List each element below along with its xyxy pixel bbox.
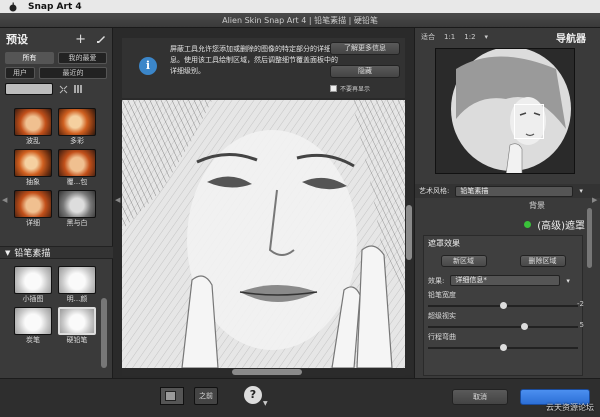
preset-thumb-selected[interactable]: 硬铅笔 xyxy=(58,307,96,345)
preset-thumb[interactable]: 黑与白 xyxy=(58,190,96,228)
navigator-image xyxy=(436,49,574,173)
learn-more-button[interactable]: 了解更多信息 xyxy=(330,42,400,55)
add-icon[interactable]: + xyxy=(75,33,86,46)
preset-thumbnails: 波乱 多彩 抽象 覆...包 详细 黑与白 xyxy=(14,108,96,231)
apple-icon[interactable] xyxy=(8,2,18,12)
settings-panel: 适合 1:1 1:2 ▾ 导航器 艺术风格: 铅笔素描 ▾ 背景 (高级)遮罩 … xyxy=(414,28,600,378)
zoom-1-1[interactable]: 1:1 xyxy=(444,33,455,41)
preset-thumb[interactable]: 炭笔 xyxy=(14,307,52,345)
slider-stroke-curve[interactable]: 行程弯曲 xyxy=(424,328,582,351)
preset-thumb[interactable]: 抽象 xyxy=(14,149,52,187)
sketch-image xyxy=(122,100,405,368)
navigator-preview[interactable] xyxy=(435,48,575,174)
slider-knob[interactable] xyxy=(500,302,507,309)
slider-knob[interactable] xyxy=(521,323,528,330)
mask-enabled-indicator[interactable] xyxy=(524,220,532,228)
app-menu[interactable]: Snap Art 4 xyxy=(28,2,82,12)
mask-effects-title: 遮罩效果 xyxy=(428,239,460,248)
filter-user[interactable]: 用户 xyxy=(5,67,35,79)
bottom-toolbar: 之前 ? ▼ 取消 云天资源论坛 xyxy=(0,378,600,417)
collapse-right-icon[interactable]: ▶ xyxy=(592,196,597,204)
help-icon[interactable]: ? xyxy=(244,386,262,404)
dropdown-arrow-icon[interactable]: ▾ xyxy=(579,187,583,195)
pencil-thumbnails: 小插图 明...颜 炭笔 硬铅笔 xyxy=(14,266,96,348)
delete-region-button[interactable]: 删除区域 xyxy=(519,255,566,267)
image-canvas[interactable] xyxy=(122,100,405,368)
art-style-label: 艺术风格: xyxy=(419,187,450,195)
advanced-mask-label[interactable]: (高级)遮罩 xyxy=(537,217,585,232)
swatch-inner xyxy=(165,391,176,401)
zoom-1-2[interactable]: 1:2 xyxy=(464,33,475,41)
preset-search-input[interactable] xyxy=(5,83,53,95)
info-text: 屏蔽工具允许您添加或删除的图像的特定部分的详细信息。使用该工具绘制区域，然后调整… xyxy=(170,45,338,75)
window-title: Alien Skin Snap Art 4 | 铅笔素描 | 硬铅笔 xyxy=(0,13,600,28)
watermark: 云天资源论坛 xyxy=(546,403,594,412)
canvas-horizontal-scroll-thumb[interactable] xyxy=(232,369,302,375)
filter-all[interactable]: 所有 xyxy=(5,52,54,64)
category-pencil-sketch[interactable]: ▼ 铅笔素描 xyxy=(0,246,113,259)
effect-select[interactable]: 详细信息* xyxy=(450,275,561,286)
preset-thumb[interactable]: 详细 xyxy=(14,190,52,228)
dont-show-checkbox[interactable]: 不要再显示 xyxy=(330,84,370,93)
new-region-button[interactable]: 新区域 xyxy=(440,255,487,267)
hide-button[interactable]: 隐藏 xyxy=(330,65,400,78)
preset-menu-icon[interactable] xyxy=(96,34,106,44)
help-dropdown-icon[interactable]: ▼ xyxy=(263,400,268,407)
presets-title: 预设 xyxy=(6,33,28,46)
mask-info-banner: i 屏蔽工具允许您添加或删除的图像的特定部分的详细信息。使用该工具绘制区域，然后… xyxy=(122,38,405,98)
disclosure-down-icon: ▼ xyxy=(5,248,11,257)
info-icon: i xyxy=(139,57,157,75)
before-button[interactable]: 之前 xyxy=(194,387,218,405)
effect-label: 效果: xyxy=(428,276,445,285)
filter-recent[interactable]: 最近的 xyxy=(39,67,107,79)
zoom-fit[interactable]: 适合 xyxy=(421,32,435,42)
slider-pencil-width[interactable]: 铅笔宽度 -2 xyxy=(424,286,584,309)
mask-effects-group: 遮罩效果 新区域 删除区域 效果: 详细信息* ▾ 铅笔宽度 -2 超级视实 5… xyxy=(423,235,584,376)
preset-thumb[interactable]: 波乱 xyxy=(14,108,52,146)
mac-menubar: Snap Art 4 xyxy=(0,0,600,13)
background-label[interactable]: 背景 xyxy=(529,200,545,211)
presets-scrollbar[interactable] xyxy=(101,298,107,368)
preset-thumb[interactable]: 覆...包 xyxy=(58,149,96,187)
settings-scrollbar[interactable] xyxy=(587,208,592,268)
zoom-more-icon[interactable]: ▾ xyxy=(485,33,489,41)
canvas-vertical-scroll-thumb[interactable] xyxy=(406,205,412,260)
collapse-left-inner-icon[interactable]: ◀ xyxy=(115,196,120,204)
navigator-viewport-rect[interactable] xyxy=(514,104,544,139)
dropdown-arrow-icon[interactable]: ▾ xyxy=(566,277,570,285)
art-style-select[interactable]: 铅笔素描 xyxy=(455,185,574,197)
navigator-title: 导航器 xyxy=(556,33,586,45)
preset-thumb[interactable]: 小插图 xyxy=(14,266,52,304)
grid-view-icon[interactable] xyxy=(74,85,82,93)
presets-panel: 预设 + 所有 我的最爱 用户 最近的 波乱 多彩 抽象 覆...包 详细 黑与… xyxy=(0,28,113,378)
collapse-icon[interactable] xyxy=(59,85,68,94)
filter-favorites[interactable]: 我的最爱 xyxy=(58,52,107,64)
preset-thumb[interactable]: 多彩 xyxy=(58,108,96,146)
collapse-left-icon[interactable]: ◀ xyxy=(2,196,7,204)
cancel-button[interactable]: 取消 xyxy=(452,389,508,405)
slider-knob[interactable] xyxy=(500,344,507,351)
preset-thumb[interactable]: 明...颜 xyxy=(58,266,96,304)
slider-super-real[interactable]: 超级视实 5 xyxy=(424,307,584,330)
